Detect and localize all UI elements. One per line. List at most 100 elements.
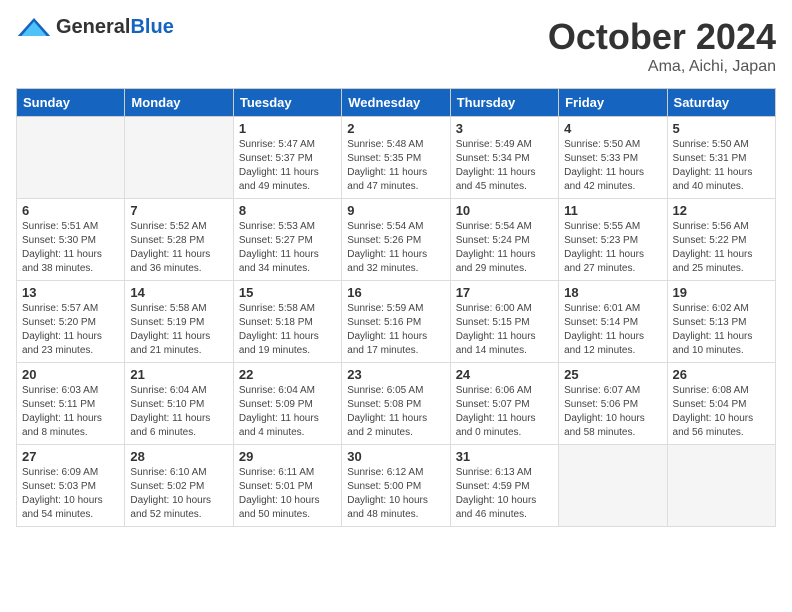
day-number: 24 — [456, 367, 553, 382]
cell-content-line: Sunrise: 5:50 AM — [564, 139, 640, 150]
cell-content-line: Daylight: 10 hours and 50 minutes. — [239, 495, 320, 520]
cell-content-line: Sunrise: 5:58 AM — [130, 303, 206, 314]
cell-content: Sunrise: 5:56 AMSunset: 5:22 PMDaylight:… — [673, 220, 770, 276]
page-header: GeneralBlue October 2024 Ama, Aichi, Jap… — [16, 16, 776, 76]
day-number: 20 — [22, 367, 119, 382]
day-number: 3 — [456, 121, 553, 136]
cell-content-line: Sunrise: 5:56 AM — [673, 221, 749, 232]
calendar-cell: 13 Sunrise: 5:57 AMSunset: 5:20 PMDayligh… — [17, 281, 125, 363]
cell-content-line: Sunset: 5:14 PM — [564, 317, 638, 328]
cell-content-line: Sunset: 5:23 PM — [564, 235, 638, 246]
cell-content-line: Sunset: 5:34 PM — [456, 153, 530, 164]
cell-content-line: Daylight: 11 hours and 49 minutes. — [239, 167, 319, 192]
cell-content-line: Sunset: 5:18 PM — [239, 317, 313, 328]
cell-content-line: Sunset: 5:02 PM — [130, 481, 204, 492]
day-number: 18 — [564, 285, 661, 300]
logo-icon — [16, 16, 52, 38]
cell-content: Sunrise: 6:04 AMSunset: 5:10 PMDaylight:… — [130, 384, 227, 440]
calendar-cell: 16Sunrise: 5:59 AMSunset: 5:16 PMDayligh… — [342, 281, 450, 363]
day-number: 26 — [673, 367, 770, 382]
cell-content-line: Sunrise: 5:59 AM — [347, 303, 423, 314]
calendar-day-header: Sunday — [17, 89, 125, 117]
cell-content-line: Sunrise: 6:10 AM — [130, 467, 206, 478]
calendar-cell: 5 Sunrise: 5:50 AMSunset: 5:31 PMDaylight… — [667, 117, 775, 199]
cell-content-line: Sunrise: 6:07 AM — [564, 385, 640, 396]
day-number: 6 — [22, 203, 119, 218]
logo-text: GeneralBlue — [56, 16, 174, 38]
day-number: 28 — [130, 449, 227, 464]
day-number: 31 — [456, 449, 553, 464]
calendar-day-header: Monday — [125, 89, 233, 117]
cell-content-line: Sunset: 5:06 PM — [564, 399, 638, 410]
day-number: 27 — [22, 449, 119, 464]
cell-content-line: Sunset: 4:59 PM — [456, 481, 530, 492]
calendar-cell: 1Sunrise: 5:47 AMSunset: 5:37 PMDaylight… — [233, 117, 341, 199]
cell-content: Sunrise: 6:01 AMSunset: 5:14 PMDaylight:… — [564, 302, 661, 358]
calendar-cell: 6Sunrise: 5:51 AMSunset: 5:30 PMDaylight… — [17, 199, 125, 281]
cell-content: Sunrise: 5:48 AMSunset: 5:35 PMDaylight:… — [347, 138, 444, 194]
calendar-cell: 2Sunrise: 5:48 AMSunset: 5:35 PMDaylight… — [342, 117, 450, 199]
cell-content-line: Sunrise: 6:00 AM — [456, 303, 532, 314]
cell-content-line: Sunset: 5:24 PM — [456, 235, 530, 246]
cell-content: Sunrise: 5:47 AMSunset: 5:37 PMDaylight:… — [239, 138, 336, 194]
calendar-cell: 4Sunrise: 5:50 AMSunset: 5:33 PMDaylight… — [559, 117, 667, 199]
cell-content-line: Daylight: 10 hours and 58 minutes. — [564, 413, 645, 438]
cell-content: Sunrise: 5:54 AMSunset: 5:26 PMDaylight:… — [347, 220, 444, 276]
cell-content-line: Sunset: 5:27 PM — [239, 235, 313, 246]
cell-content-line: Sunset: 5:20 PM — [22, 317, 96, 328]
logo: GeneralBlue — [16, 16, 174, 38]
cell-content-line: Sunrise: 6:13 AM — [456, 467, 532, 478]
cell-content-line: Sunrise: 6:01 AM — [564, 303, 640, 314]
cell-content-line: Sunrise: 5:55 AM — [564, 221, 640, 232]
cell-content-line: Daylight: 11 hours and 27 minutes. — [564, 249, 644, 274]
cell-content-line: Daylight: 11 hours and 14 minutes. — [456, 331, 536, 356]
cell-content: Sunrise: 6:09 AMSunset: 5:03 PMDaylight:… — [22, 466, 119, 522]
calendar-cell: 14Sunrise: 5:58 AMSunset: 5:19 PMDayligh… — [125, 281, 233, 363]
cell-content-line: Sunrise: 6:02 AM — [673, 303, 749, 314]
day-number: 8 — [239, 203, 336, 218]
calendar-week-row: 1Sunrise: 5:47 AMSunset: 5:37 PMDaylight… — [17, 117, 776, 199]
calendar-cell: 25 Sunrise: 6:07 AM Sunset: 5:06 PM Dayligh… — [559, 363, 667, 445]
cell-content-line: Daylight: 11 hours and 42 minutes. — [564, 167, 644, 192]
cell-content: Sunrise: 6:06 AMSunset: 5:07 PMDaylight:… — [456, 384, 553, 440]
cell-content-line: Sunrise: 6:04 AM — [239, 385, 315, 396]
cell-content-line: Daylight: 11 hours and 36 minutes. — [130, 249, 210, 274]
cell-content-line: Sunrise: 6:09 AM — [22, 467, 98, 478]
cell-content-line: Sunrise: 6:06 AM — [456, 385, 532, 396]
calendar-cell: 26 Sunrise: 6:08 AMSunset: 5:04 PMDayligh… — [667, 363, 775, 445]
calendar-cell: 18Sunrise: 6:01 AMSunset: 5:14 PMDayligh… — [559, 281, 667, 363]
cell-content-line: Daylight: 10 hours and 48 minutes. — [347, 495, 428, 520]
cell-content: Sunrise: 5:50 AMSunset: 5:31 PMDaylight:… — [673, 138, 770, 194]
cell-content-line: Daylight: 11 hours and 47 minutes. — [347, 167, 427, 192]
cell-content: Sunrise: 6:11 AMSunset: 5:01 PMDaylight:… — [239, 466, 336, 522]
cell-content-line: Sunrise: 6:08 AM — [673, 385, 749, 396]
calendar-cell: 30Sunrise: 6:12 AMSunset: 5:00 PMDayligh… — [342, 445, 450, 527]
cell-content: Sunrise: 5:55 AM Sunset: 5:23 PM Daylight:… — [564, 220, 661, 276]
cell-content: Sunrise: 5:50 AMSunset: 5:33 PMDaylight:… — [564, 138, 661, 194]
cell-content-line: Sunset: 5:16 PM — [347, 317, 421, 328]
cell-content-line: Daylight: 11 hours and 19 minutes. — [239, 331, 319, 356]
calendar-cell: 28Sunrise: 6:10 AMSunset: 5:02 PMDayligh… — [125, 445, 233, 527]
cell-content: Sunrise: 6:12 AMSunset: 5:00 PMDaylight:… — [347, 466, 444, 522]
day-number: 23 — [347, 367, 444, 382]
cell-content-line: Sunset: 5:07 PM — [456, 399, 530, 410]
day-number: 11 — [564, 203, 661, 218]
day-number: 9 — [347, 203, 444, 218]
cell-content: Sunrise: 6:08 AMSunset: 5:04 PMDaylight:… — [673, 384, 770, 440]
day-number: 5 — [673, 121, 770, 136]
day-number: 13 — [22, 285, 119, 300]
calendar-cell — [559, 445, 667, 527]
calendar-day-header: Friday — [559, 89, 667, 117]
cell-content: Sunrise: 5:53 AMSunset: 5:27 PMDaylight:… — [239, 220, 336, 276]
calendar-cell: 23Sunrise: 6:05 AMSunset: 5:08 PMDayligh… — [342, 363, 450, 445]
day-number: 29 — [239, 449, 336, 464]
day-number: 14 — [130, 285, 227, 300]
calendar-cell: 19Sunrise: 6:02 AMSunset: 5:13 PMDayligh… — [667, 281, 775, 363]
cell-content-line: Daylight: 11 hours and 21 minutes. — [130, 331, 210, 356]
cell-content-line: Sunrise: 5:53 AM — [239, 221, 315, 232]
cell-content: Sunrise: 5:57 AMSunset: 5:20 PMDaylight:… — [22, 302, 119, 358]
cell-content-line: Daylight: 11 hours and 23 minutes. — [22, 331, 102, 356]
calendar-cell: 31Sunrise: 6:13 AMSunset: 4:59 PMDayligh… — [450, 445, 558, 527]
calendar-week-row: 27 Sunrise: 6:09 AMSunset: 5:03 PMDayligh… — [17, 445, 776, 527]
day-number: 25 — [564, 367, 661, 382]
